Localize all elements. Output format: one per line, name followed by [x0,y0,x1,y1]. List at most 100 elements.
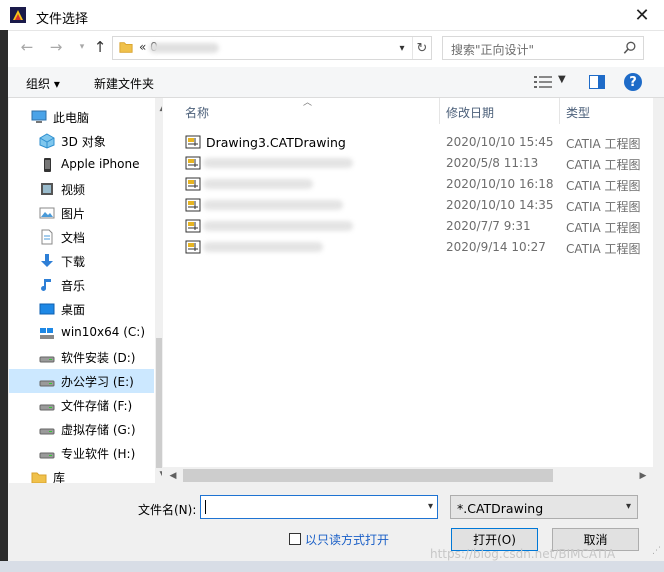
catdrawing-file-icon [185,219,201,233]
table-row[interactable]: Drawing3.CATDrawing 2020/10/10 15:45 CATIA… [163,132,653,152]
blurred-filename [203,158,353,168]
chevron-down-icon[interactable]: ▾ [626,501,631,512]
file-name: Drawing3.CATDrawing [206,135,346,150]
view-options-chevron-icon[interactable]: ▼ [558,74,566,85]
filename-input[interactable]: ▾ [200,495,438,519]
music-icon [41,279,51,291]
column-divider[interactable] [559,98,560,124]
sidebar-item[interactable]: 此电脑 [9,105,154,129]
column-header-name[interactable]: 名称 [185,104,209,121]
sidebar-item[interactable]: 音乐 [9,273,154,297]
cube-icon [39,133,55,149]
sidebar-item[interactable]: 图片 [9,201,154,225]
table-row[interactable]: 2020/9/14 10:27 CATIA 工程图 [163,237,653,257]
back-arrow-icon[interactable]: ← [17,37,37,57]
folder-icon [119,42,133,53]
scroll-right-icon[interactable]: ▶ [635,468,651,484]
table-row[interactable]: 2020/10/10 14:35 CATIA 工程图 [163,195,653,215]
table-row[interactable]: 2020/10/10 16:18 CATIA 工程图 [163,174,653,194]
search-input[interactable]: 搜索"正向设计" [451,41,534,58]
video-icon [41,183,53,195]
sidebar-item-label: 视频 [61,183,86,197]
readonly-label[interactable]: 以只读方式打开 [305,531,389,548]
file-list[interactable]: ︿ 名称 修改日期 类型 Drawing3.CATDrawing 2020/10/… [163,98,653,483]
column-header-type[interactable]: 类型 [566,104,590,121]
search-box[interactable]: 搜索"正向设计" [442,36,644,60]
sidebar-item[interactable]: 库 [9,465,154,483]
table-row[interactable]: 2020/5/8 11:13 CATIA 工程图 [163,153,653,173]
forward-arrow-icon[interactable]: → [46,37,66,57]
library-icon [31,472,47,483]
filetype-value: *.CATDrawing [457,501,544,516]
up-arrow-icon[interactable]: ↑ [90,37,110,57]
catdrawing-file-icon [185,156,201,170]
sidebar-item[interactable]: 软件安装 (D:) [9,345,154,369]
chevron-down-icon[interactable]: ▾ [394,39,410,57]
file-type: CATIA 工程图 [566,137,641,151]
recent-locations-dropdown-icon[interactable]: ▾ [72,37,92,57]
sidebar-item-label: 桌面 [61,303,86,317]
sidebar-item[interactable]: 专业软件 (H:) [9,441,154,465]
readonly-checkbox[interactable] [289,533,301,545]
sidebar-item[interactable]: 文档 [9,225,154,249]
toolbar: 组织 ▾ 新建文件夹 ▼ ? [0,67,664,98]
windows-drive-icon [40,328,54,339]
organize-button[interactable]: 组织 ▾ [26,75,60,92]
sidebar-item-label: 文件存储 (F:) [61,399,133,413]
sort-ascending-icon: ︿ [303,98,313,108]
sidebar-item[interactable]: 3D 对象 [9,129,154,153]
refresh-icon[interactable]: ↻ [412,37,431,59]
sidebar-item-label: 3D 对象 [61,135,106,149]
sidebar-item-label: 此电脑 [53,111,90,125]
nav-scrollbar-thumb[interactable] [156,338,162,468]
table-row[interactable]: 2020/7/7 9:31 CATIA 工程图 [163,216,653,236]
file-date: 2020/7/7 9:31 [446,219,531,233]
sidebar-item-label: 图片 [61,207,86,221]
sidebar-item[interactable]: 桌面 [9,297,154,321]
scroll-left-icon[interactable]: ◀ [165,468,181,484]
sidebar-item[interactable]: 办公学习 (E:) [9,369,154,393]
horizontal-scrollbar[interactable]: ◀ ▶ [163,467,653,484]
sidebar-item-label: 软件安装 (D:) [61,351,136,365]
window-title: 文件选择 [36,12,89,27]
text-caret [205,500,206,514]
file-date: 2020/9/14 10:27 [446,240,546,254]
address-bar[interactable]: « 0 ▾ ↻ [112,36,432,60]
file-type: CATIA 工程图 [566,242,641,256]
computer-icon [31,110,47,123]
preview-pane-icon[interactable] [589,75,605,89]
close-button[interactable]: ✕ [620,0,664,30]
navigation-pane[interactable]: 此电脑 3D 对象 Apple iPhone 视频图片文档 下载音乐桌面 win10x64… [9,98,162,483]
sidebar-item-label: 音乐 [61,279,86,293]
new-folder-button[interactable]: 新建文件夹 [94,75,154,92]
sidebar-item[interactable]: 虚拟存储 (G:) [9,417,154,441]
sidebar-item[interactable]: win10x64 (C:) [9,321,154,345]
sidebar-item[interactable]: 下载 [9,249,154,273]
drive-icon [39,428,55,435]
horizontal-scrollbar-thumb[interactable] [183,469,553,482]
resize-grip-icon[interactable]: ⋰ [652,546,662,556]
column-header-date[interactable]: 修改日期 [446,104,494,121]
column-divider[interactable] [439,98,440,124]
drive-icon [39,356,55,363]
picture-icon [39,207,55,219]
file-date: 2020/10/10 15:45 [446,135,554,149]
sidebar-item[interactable]: Apple iPhone [9,153,154,177]
sidebar-item-label: 虚拟存储 (G:) [61,423,136,437]
filetype-select[interactable]: *.CATDrawing ▾ [450,495,638,519]
help-icon[interactable]: ? [624,73,642,91]
scroll-up-icon[interactable]: ▲ [155,100,162,116]
file-type: CATIA 工程图 [566,200,641,214]
sidebar-item-label: Apple iPhone [61,157,140,171]
catdrawing-file-icon [185,135,201,149]
catia-app-icon [10,7,26,23]
catdrawing-file-icon [185,198,201,212]
search-icon[interactable] [623,41,637,55]
scroll-down-icon[interactable]: ▼ [155,467,162,483]
file-date: 2020/10/10 16:18 [446,177,554,191]
sidebar-item[interactable]: 文件存储 (F:) [9,393,154,417]
chevron-down-icon[interactable]: ▾ [428,501,433,512]
sidebar-item[interactable]: 视频 [9,177,154,201]
view-details-icon[interactable] [534,75,552,89]
background-window-edge [0,30,8,561]
